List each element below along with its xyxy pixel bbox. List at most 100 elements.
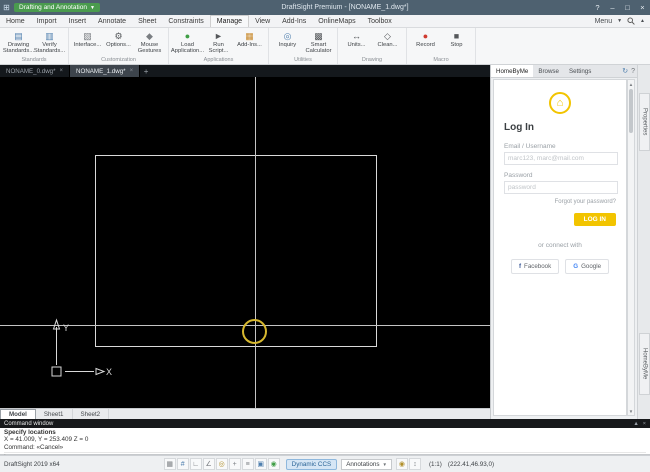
annotation-visibility-icon[interactable]: ◉ bbox=[395, 458, 408, 470]
email-field[interactable] bbox=[504, 152, 618, 165]
palette-tab-homebyme[interactable]: HomeByMe bbox=[639, 333, 650, 395]
password-field[interactable] bbox=[504, 181, 618, 194]
tab-manage[interactable]: Manage bbox=[209, 15, 250, 27]
command-window-header[interactable]: Command window ▲ × bbox=[0, 419, 650, 428]
google-login-button[interactable]: G Google bbox=[565, 259, 610, 274]
window-title: DraftSight Premium - [NONAME_1.dwg*] bbox=[281, 4, 409, 11]
close-icon[interactable]: × bbox=[643, 421, 646, 427]
grid-icon[interactable]: # bbox=[176, 458, 189, 470]
chevron-up-icon[interactable]: ▲ bbox=[633, 421, 638, 427]
panel-tab-homebyme[interactable]: HomeByMe bbox=[491, 65, 534, 77]
forgot-password-link[interactable]: Forgot your password? bbox=[504, 199, 616, 205]
entity-snap-icon[interactable]: ◎ bbox=[215, 458, 228, 470]
interface-icon: ▧ bbox=[83, 31, 92, 41]
window-controls: ? – □ × bbox=[590, 0, 650, 15]
drawing-standards-button[interactable]: ▤ Drawing Standards... bbox=[3, 30, 34, 55]
command-header-icons: ▲ × bbox=[633, 421, 646, 427]
interface-button[interactable]: ▧ Interface... bbox=[72, 30, 103, 48]
coordinates-readout: (222.41,46.93,0) bbox=[447, 460, 495, 468]
tab-home[interactable]: Home bbox=[0, 15, 31, 27]
tab-add-ins[interactable]: Add-Ins bbox=[276, 15, 312, 27]
sheet-tab-model[interactable]: Model bbox=[0, 409, 36, 419]
panel-scrollbar[interactable]: ▲ ▼ bbox=[627, 79, 635, 416]
menu-button[interactable]: Menu bbox=[595, 18, 613, 25]
run-script-button[interactable]: ► Run Script... bbox=[203, 30, 234, 55]
add-ins-button[interactable]: ▦ Add-Ins... bbox=[234, 30, 265, 48]
document-tab-bar: NONAME_0.dwg* × NONAME_1.dwg* × + bbox=[0, 65, 490, 77]
auto-scale-icon[interactable]: ↕ bbox=[408, 458, 421, 470]
search-icon[interactable] bbox=[627, 17, 635, 25]
or-connect-label: or connect with bbox=[538, 242, 582, 249]
calculator-icon: ▩ bbox=[314, 31, 323, 41]
chevron-down-icon: ▼ bbox=[89, 4, 95, 11]
inquiry-button[interactable]: ◎ Inquiry bbox=[272, 30, 303, 48]
stop-icon: ■ bbox=[453, 31, 460, 41]
drawing-canvas[interactable]: Y X bbox=[0, 77, 490, 408]
homebyme-logo-icon: ⌂ bbox=[549, 92, 571, 114]
workspace-selector[interactable]: Drafting and Annotation ▼ bbox=[14, 3, 100, 12]
palette-tab-properties[interactable]: Properties bbox=[639, 93, 650, 151]
close-icon[interactable]: × bbox=[60, 68, 64, 74]
entity-track-icon[interactable]: + bbox=[228, 458, 241, 470]
annotations-dropdown[interactable]: Annotations ▼ bbox=[341, 458, 392, 470]
google-icon: G bbox=[573, 263, 579, 270]
scroll-down-icon[interactable]: ▼ bbox=[628, 407, 634, 415]
panel-header-icons: ↻ ? bbox=[622, 65, 637, 77]
doc-tab-noname0[interactable]: NONAME_0.dwg* × bbox=[0, 65, 71, 77]
command-window[interactable]: Specify locations X = 41.009, Y = 253.40… bbox=[0, 428, 650, 460]
tab-sheet[interactable]: Sheet bbox=[132, 15, 162, 27]
doc-tab-noname1[interactable]: NONAME_1.dwg* × bbox=[70, 65, 141, 77]
collapse-ribbon-icon[interactable]: ▲ bbox=[640, 18, 645, 24]
stop-button[interactable]: ■ Stop bbox=[441, 30, 472, 48]
ribbon-tab-bar: Home Import Insert Annotate Sheet Constr… bbox=[0, 15, 650, 28]
minimize-button[interactable]: – bbox=[605, 0, 620, 15]
clean-button[interactable]: ◇ Clean... bbox=[372, 30, 403, 48]
panel-tab-settings[interactable]: Settings bbox=[564, 65, 596, 77]
dynamic-ccs-toggle[interactable]: Dynamic CCS bbox=[285, 458, 338, 470]
tab-annotate[interactable]: Annotate bbox=[92, 15, 132, 27]
units-icon: ↔ bbox=[352, 31, 361, 41]
tab-onlinemaps[interactable]: OnlineMaps bbox=[312, 15, 361, 27]
sheet-tab-sheet1[interactable]: Sheet1 bbox=[36, 409, 73, 419]
record-button[interactable]: ● Record bbox=[410, 30, 441, 48]
sheet-tab-sheet2[interactable]: Sheet2 bbox=[73, 409, 110, 419]
tab-toolbox[interactable]: Toolbox bbox=[362, 15, 398, 27]
options-button[interactable]: ⚙ Options... bbox=[103, 30, 134, 48]
scroll-up-icon[interactable]: ▲ bbox=[628, 80, 634, 88]
polar-icon[interactable]: ∠ bbox=[202, 458, 215, 470]
sync-icon[interactable]: ↻ bbox=[622, 67, 628, 75]
help-icon[interactable]: ? bbox=[631, 68, 635, 75]
clean-icon: ◇ bbox=[384, 31, 391, 41]
group-label-utilities: Utilities bbox=[294, 57, 312, 63]
app-version-label: DraftSight 2019 x64 bbox=[4, 460, 60, 468]
ribbon-group-standards: ▤ Drawing Standards... ▥ Verify Standard… bbox=[0, 28, 69, 64]
snap-icon[interactable]: ▦ bbox=[163, 458, 176, 470]
facebook-login-button[interactable]: f Facebook bbox=[510, 259, 560, 274]
help-button[interactable]: ? bbox=[590, 0, 605, 15]
cursor-pick-circle bbox=[242, 319, 267, 344]
verify-standards-button[interactable]: ▥ Verify Standards... bbox=[34, 30, 65, 55]
print-area-icon[interactable]: ▣ bbox=[254, 458, 267, 470]
quick-input-icon[interactable]: ◉ bbox=[267, 458, 280, 470]
new-document-button[interactable]: + bbox=[140, 65, 152, 77]
group-label-macro: Macro bbox=[433, 57, 449, 63]
smart-calculator-button[interactable]: ▩ Smart Calculator bbox=[303, 30, 334, 55]
tab-constraints[interactable]: Constraints bbox=[162, 15, 209, 27]
tab-insert[interactable]: Insert bbox=[63, 15, 93, 27]
mouse-gestures-button[interactable]: ◆ Mouse Gestures bbox=[134, 30, 165, 55]
ortho-icon[interactable]: ∟ bbox=[189, 458, 202, 470]
login-card: ⌂ Log In Email / Username Password Forgo… bbox=[493, 79, 627, 416]
scroll-thumb[interactable] bbox=[629, 89, 633, 133]
tab-import[interactable]: Import bbox=[31, 15, 63, 27]
lineweight-icon[interactable]: ≡ bbox=[241, 458, 254, 470]
ribbon-group-applications: ● Load Application... ► Run Script... ▦ … bbox=[169, 28, 269, 64]
load-application-button[interactable]: ● Load Application... bbox=[171, 30, 204, 55]
login-button[interactable]: LOG IN bbox=[573, 213, 616, 226]
email-label: Email / Username bbox=[504, 143, 556, 150]
close-icon[interactable]: × bbox=[130, 68, 134, 74]
panel-tab-browse[interactable]: Browse bbox=[533, 65, 564, 77]
units-button[interactable]: ↔ Units... bbox=[341, 30, 372, 48]
maximize-button[interactable]: □ bbox=[620, 0, 635, 15]
close-button[interactable]: × bbox=[635, 0, 650, 15]
tab-view[interactable]: View bbox=[249, 15, 276, 27]
